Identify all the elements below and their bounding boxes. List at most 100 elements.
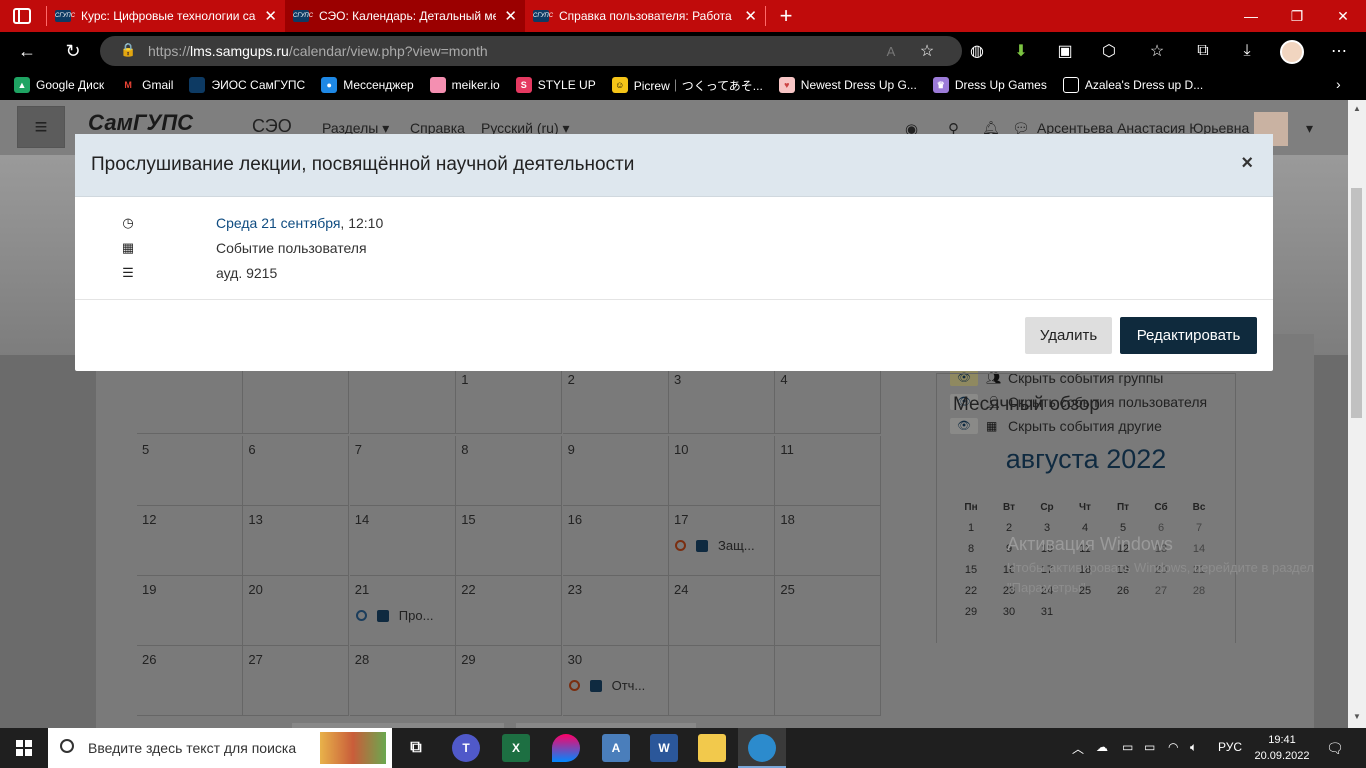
- taskbar-search[interactable]: Введите здесь текст для поиска: [48, 728, 392, 768]
- day-number[interactable]: 30: [568, 652, 582, 667]
- close-icon[interactable]: ✕: [264, 7, 277, 25]
- favorites-icon[interactable]: ☆: [1142, 38, 1172, 64]
- day-number[interactable]: 29: [461, 652, 475, 667]
- volume-icon[interactable]: 🔈︎: [1190, 740, 1197, 755]
- calendar-day-cell[interactable]: 24: [669, 576, 775, 646]
- day-number[interactable]: 10: [674, 442, 688, 457]
- start-button[interactable]: [0, 728, 48, 768]
- downloads-icon[interactable]: ⤓: [1232, 38, 1262, 64]
- scroll-down-icon[interactable]: ▼: [1353, 712, 1361, 721]
- tab-actions-button[interactable]: [6, 0, 38, 32]
- mini-day[interactable]: 15: [953, 564, 989, 576]
- calendar-day-cell[interactable]: 3: [669, 366, 775, 434]
- day-number[interactable]: 16: [568, 512, 582, 527]
- back-button[interactable]: ←: [8, 32, 46, 70]
- calendar-day-cell[interactable]: 19: [137, 576, 243, 646]
- day-number[interactable]: 6: [248, 442, 255, 457]
- calendar-event[interactable]: Про...: [355, 608, 433, 623]
- mini-day[interactable]: 4: [1067, 522, 1103, 534]
- minimize-button[interactable]: —: [1228, 0, 1274, 32]
- mini-day[interactable]: 3: [1029, 522, 1065, 534]
- calendar-day-cell[interactable]: 10: [669, 436, 775, 506]
- settings-more-icon[interactable]: ⋯: [1324, 38, 1354, 64]
- mini-day[interactable]: 1: [953, 522, 989, 534]
- mini-day[interactable]: 14: [1181, 543, 1217, 555]
- bookmark-google-drive[interactable]: ▲ Google Диск: [14, 77, 104, 93]
- day-number[interactable]: 23: [568, 582, 582, 597]
- tab-help[interactable]: СГУПС Справка пользователя: Работа ✕: [525, 0, 765, 32]
- new-tab-button[interactable]: +: [766, 3, 806, 29]
- calendar-day-cell[interactable]: 23: [562, 576, 669, 646]
- day-number[interactable]: 15: [461, 512, 475, 527]
- day-number[interactable]: 21: [355, 582, 369, 597]
- day-number[interactable]: 28: [355, 652, 369, 667]
- day-number[interactable]: 27: [248, 652, 262, 667]
- close-icon[interactable]: ✕: [744, 7, 757, 25]
- day-number[interactable]: 26: [142, 652, 156, 667]
- day-number[interactable]: 17: [674, 512, 688, 527]
- mini-calendar-month[interactable]: августа 2022: [936, 444, 1236, 475]
- calendar-day-cell[interactable]: 16: [562, 506, 669, 576]
- calendar-day-cell[interactable]: 14: [349, 506, 456, 576]
- day-number[interactable]: 7: [355, 442, 362, 457]
- read-aloud-icon[interactable]: A: [876, 38, 906, 64]
- day-number[interactable]: 9: [568, 442, 575, 457]
- calendar-day-cell[interactable]: 6: [243, 436, 350, 506]
- meet-now-icon[interactable]: ▭: [1122, 740, 1133, 754]
- calendar-day-cell[interactable]: 25: [775, 576, 882, 646]
- extension-copy-icon[interactable]: ▣: [1050, 38, 1080, 64]
- window-close-button[interactable]: ✕: [1320, 0, 1366, 32]
- calendar-day-cell[interactable]: 28: [349, 646, 456, 716]
- calendar-day-cell[interactable]: [775, 646, 882, 716]
- office-picture-icon[interactable]: A: [602, 734, 630, 762]
- mini-day[interactable]: 6: [1143, 522, 1179, 534]
- bookmark-azalea[interactable]: Azalea's Dress up D...: [1062, 77, 1203, 93]
- download-helper-icon[interactable]: ⬇: [1006, 38, 1036, 64]
- mini-day[interactable]: 29: [953, 606, 989, 618]
- calendar-day-cell[interactable]: [349, 366, 456, 434]
- calendar-day-cell[interactable]: 7: [349, 436, 456, 506]
- calendar-day-cell[interactable]: 22: [456, 576, 563, 646]
- calendar-day-cell[interactable]: 20: [243, 576, 350, 646]
- url-field[interactable]: https://lms.samgups.ru/calendar/view.php…: [100, 36, 962, 66]
- day-number[interactable]: 2: [568, 372, 575, 387]
- calendar-day-cell[interactable]: 29: [456, 646, 563, 716]
- mini-day[interactable]: 7: [1181, 522, 1217, 534]
- bookmark-messenger[interactable]: ● Мессенджер: [321, 77, 414, 93]
- bookmark-gmail[interactable]: M Gmail: [120, 77, 173, 93]
- task-view-icon[interactable]: ⧉: [402, 734, 430, 762]
- day-number[interactable]: 4: [780, 372, 787, 387]
- input-language[interactable]: РУС: [1218, 740, 1242, 754]
- day-number[interactable]: 1: [461, 372, 468, 387]
- calendar-day-cell[interactable]: [669, 646, 775, 716]
- tab-course[interactable]: СГУПС Курс: Цифровые технологии са ✕: [47, 0, 285, 32]
- edit-button[interactable]: Редактировать: [1120, 317, 1257, 354]
- day-number[interactable]: 22: [461, 582, 475, 597]
- calendar-day-cell[interactable]: 15: [456, 506, 563, 576]
- word-icon[interactable]: W: [650, 734, 678, 762]
- tab-calendar[interactable]: СГУПС СЭО: Календарь: Детальный ме ✕: [285, 0, 525, 32]
- calendar-day-cell[interactable]: 4: [775, 366, 882, 434]
- chevron-down-icon[interactable]: ▾: [1306, 120, 1313, 137]
- bookmark-style-up[interactable]: S STYLE UP: [515, 77, 596, 93]
- scrollbar-thumb[interactable]: [1351, 188, 1362, 418]
- excel-icon[interactable]: X: [502, 734, 530, 762]
- day-number[interactable]: 24: [674, 582, 688, 597]
- calendar-event[interactable]: Защ...: [675, 538, 755, 553]
- menu-toggle-button[interactable]: ≡: [17, 106, 65, 148]
- day-number[interactable]: 13: [248, 512, 262, 527]
- calendar-day-cell[interactable]: 27: [243, 646, 350, 716]
- collections-icon[interactable]: ⧉: [1188, 38, 1218, 64]
- calendar-day-cell[interactable]: 5: [137, 436, 243, 506]
- extension-globe-icon[interactable]: ◍: [962, 38, 992, 64]
- calendar-day-cell[interactable]: 30 Отч...: [562, 646, 669, 716]
- calendar-day-cell[interactable]: 18: [775, 506, 882, 576]
- calendar-event[interactable]: Отч...: [568, 678, 645, 693]
- refresh-button[interactable]: ↻: [54, 32, 92, 70]
- mini-day[interactable]: 2: [991, 522, 1027, 534]
- teams-icon[interactable]: T: [452, 734, 480, 762]
- calendar-day-cell[interactable]: 9: [562, 436, 669, 506]
- calendar-day-cell[interactable]: 12: [137, 506, 243, 576]
- battery-icon[interactable]: ▭: [1144, 740, 1155, 754]
- bookmark-eios[interactable]: ЭИОС СамГУПС: [189, 77, 305, 93]
